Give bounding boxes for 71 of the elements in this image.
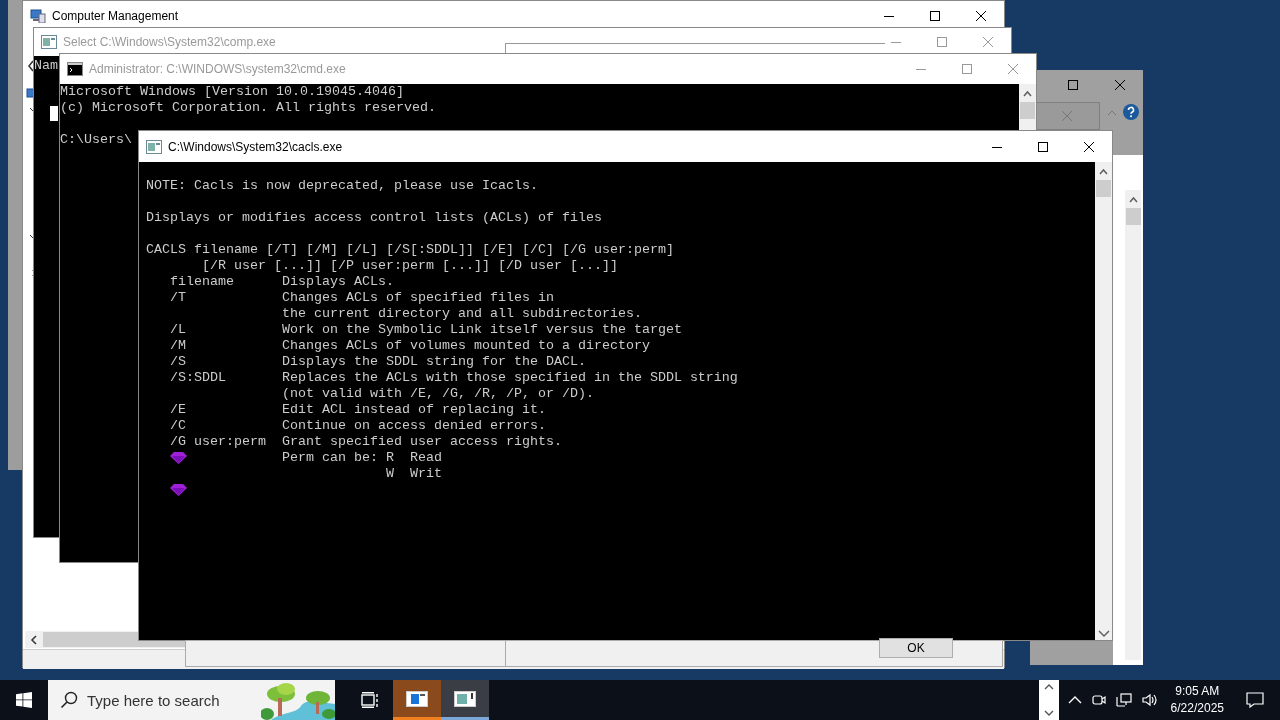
clock-time[interactable]: 9:05 AM: [1175, 683, 1220, 700]
console-line: /G user:perm Grant specified user access rights.: [169, 434, 562, 449]
console-line: Perm can be: R Read: [282, 450, 442, 465]
scroll-thumb[interactable]: [1020, 102, 1035, 119]
gem-icon: [170, 484, 187, 496]
window-icon: [30, 9, 46, 23]
scroll-thumb[interactable]: [1125, 208, 1141, 225]
taskbar-app-button[interactable]: [393, 680, 441, 720]
ok-button[interactable]: OK: [879, 638, 953, 658]
scroll-thumb[interactable]: [1096, 180, 1111, 197]
app-window-icon: [454, 690, 476, 707]
network-icon[interactable]: [1115, 693, 1132, 707]
chevron-down-icon: [1043, 710, 1054, 716]
maximize-icon: [1038, 141, 1048, 152]
close-icon: [983, 37, 993, 47]
console-line: C:\Users\: [60, 132, 132, 147]
taskbar-app-button[interactable]: [441, 680, 489, 720]
console-icon: [67, 62, 83, 76]
console-line: filename Displays ACLs.: [169, 274, 394, 289]
window-icon: [146, 139, 162, 154]
console-line: (not valid with /E, /G, /R, /P, or /D).: [280, 386, 594, 401]
chevron-up-icon[interactable]: [1067, 696, 1082, 704]
search-box[interactable]: Type here to search: [48, 680, 335, 720]
vertical-scrollbar[interactable]: [1125, 190, 1141, 660]
vertical-scrollbar[interactable]: [1095, 162, 1112, 640]
window-title: C:\Windows\System32\cacls.exe: [168, 138, 343, 156]
console-line: Nam: [34, 58, 58, 74]
search-field[interactable]: Type here to search: [87, 680, 259, 720]
console-line: /E Edit ACL instead of replacing it.: [169, 402, 546, 417]
console-line: /S Displays the SDDL string for the DACL.: [169, 354, 586, 369]
app-window-icon: [406, 690, 428, 707]
console-line: (c) Microsoft Corporation. All rights reserved.: [60, 100, 436, 115]
window-icon: [41, 35, 57, 49]
gem-icon: [170, 452, 187, 464]
scroll-down-icon[interactable]: [1098, 630, 1110, 638]
close-icon: [1084, 141, 1094, 152]
console-line: /L Work on the Symbolic Link itself versus the target: [169, 322, 682, 337]
console-line: Displays or modifies access control lists (ACLs) of files: [146, 210, 602, 225]
close-icon: [1008, 64, 1018, 74]
console-line: Microsoft Windows [Version 10.0.19045.4046]: [60, 84, 404, 99]
clock-date[interactable]: 6/22/2025: [1170, 700, 1224, 717]
console-line: [/R user [...]] [/P user:perm [...]] [/D user [...]]: [201, 258, 618, 273]
text-cursor: [50, 106, 58, 121]
chevron-up-icon: [1043, 684, 1054, 690]
console-line: W Writ: [384, 466, 442, 481]
window-title: Computer Management: [52, 8, 179, 25]
window-title: Administrator: C:\WINDOWS\system32\cmd.exe: [89, 61, 346, 78]
vertical-scrollbar[interactable]: [1019, 84, 1036, 130]
spin-control[interactable]: [1038, 680, 1059, 720]
notification-icon[interactable]: [1246, 692, 1264, 708]
console-line: the current directory and all subdirectories.: [280, 306, 642, 321]
maximize-icon: [930, 11, 940, 21]
console-line: /T Changes ACLs of specified files in: [169, 290, 554, 305]
console-line: /C Continue on access denied errors.: [169, 418, 546, 433]
task-view-icon: [361, 692, 379, 708]
volume-icon[interactable]: [1141, 693, 1158, 707]
maximize-icon: [962, 64, 972, 74]
console-line: /S:SDDL Replaces the ACLs with those specified in the SDDL string: [169, 370, 738, 385]
close-icon[interactable]: [1115, 80, 1125, 90]
maximize-icon: [937, 37, 947, 47]
console-line: NOTE: Cacls is now deprecated, please use Icacls.: [146, 178, 538, 193]
close-icon: [976, 11, 986, 21]
maximize-icon[interactable]: [1068, 80, 1078, 90]
search-icon: [60, 691, 78, 709]
window-title: Select C:\Windows\System32\comp.exe: [63, 34, 276, 51]
help-icon[interactable]: [1123, 104, 1139, 120]
console-line: CACLS filename [/T] [/M] [/L] [/S[:SDDL]] [/E] [/C] [/G user:perm]: [146, 242, 674, 257]
camera-icon[interactable]: [1091, 693, 1106, 707]
windows-logo-icon: [16, 692, 32, 708]
console-line: /M Changes ACLs of volumes mounted to a directory: [169, 338, 650, 353]
close-icon: [1061, 111, 1072, 121]
